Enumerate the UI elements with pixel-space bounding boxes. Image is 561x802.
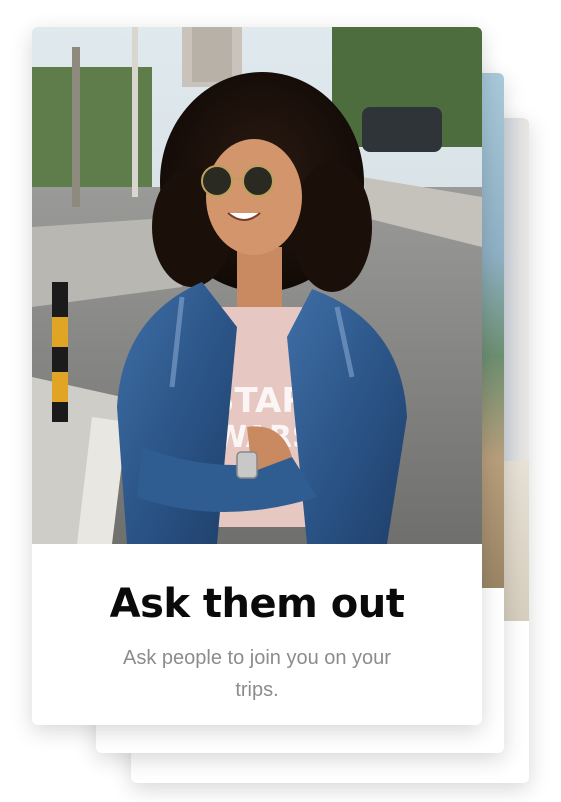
card-caption: Ask them out Ask people to join you on y… [32,544,482,725]
onboarding-card-stack: STAR WARS Ask them out Ask people to joi… [0,0,561,802]
front-card[interactable]: STAR WARS Ask them out Ask people to joi… [32,27,482,725]
woman-photo-illustration: STAR WARS [32,27,482,544]
front-card-photo: STAR WARS [32,27,482,544]
card-title: Ask them out [109,581,405,627]
card-subtitle: Ask people to join you on your trips. [123,647,391,701]
